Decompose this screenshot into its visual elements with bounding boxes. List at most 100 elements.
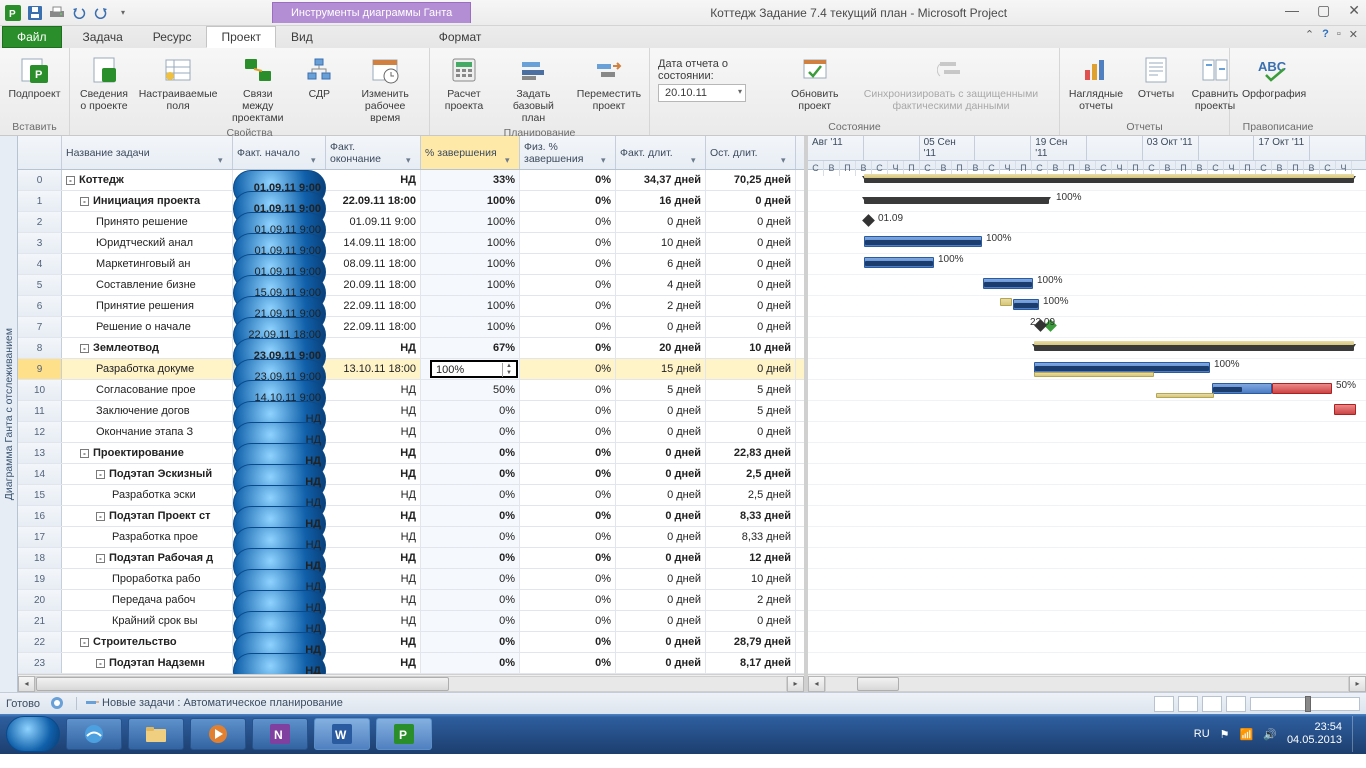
- tab-view[interactable]: Вид: [276, 26, 328, 48]
- task-name-cell[interactable]: Юридтческий анал: [62, 233, 233, 253]
- tray-flag-icon[interactable]: ⚑: [1220, 728, 1230, 741]
- visual-reports-button[interactable]: Наглядныеотчеты: [1068, 52, 1124, 114]
- cell-phys[interactable]: 0%: [520, 275, 616, 295]
- view-task-usage-icon[interactable]: [1178, 696, 1198, 712]
- cell-phys[interactable]: 0%: [520, 590, 616, 610]
- table-row[interactable]: 22-СтроительствоНДНД0%0%0 дней28,79 дней: [18, 632, 804, 653]
- cell-rdur[interactable]: 0 дней: [706, 212, 796, 232]
- table-row[interactable]: 11Заключение договНДНД0%0%0 дней5 дней: [18, 401, 804, 422]
- cell-phys[interactable]: 0%: [520, 296, 616, 316]
- table-row[interactable]: 10Согласование прое14.10.11 9:00НД50%0%5…: [18, 380, 804, 401]
- cell-adur[interactable]: 0 дней: [616, 212, 706, 232]
- table-row[interactable]: 6Принятие решения21.09.11 9:0022.09.11 1…: [18, 296, 804, 317]
- zoom-slider[interactable]: [1250, 697, 1360, 711]
- minimize-button[interactable]: —: [1285, 2, 1299, 19]
- cell-phys[interactable]: 0%: [520, 359, 616, 379]
- tab-format[interactable]: Формат: [424, 26, 497, 48]
- col-name[interactable]: Название задачи▾: [62, 136, 233, 169]
- tab-resource[interactable]: Ресурс: [138, 26, 207, 48]
- cell-phys[interactable]: 0%: [520, 254, 616, 274]
- view-resource-sheet-icon[interactable]: [1226, 696, 1246, 712]
- cell-finish[interactable]: НД: [326, 653, 421, 673]
- cell-finish[interactable]: НД: [326, 632, 421, 652]
- cell-rdur[interactable]: 10 дней: [706, 569, 796, 589]
- row-number[interactable]: 16: [18, 506, 62, 526]
- task-name-cell[interactable]: -Инициация проекта: [62, 191, 233, 211]
- row-number[interactable]: 3: [18, 233, 62, 253]
- cell-adur[interactable]: 0 дней: [616, 464, 706, 484]
- cell-phys[interactable]: 0%: [520, 422, 616, 442]
- task-name-cell[interactable]: -Подэтап Эскизный: [62, 464, 233, 484]
- cell-pct[interactable]: 0%: [421, 464, 520, 484]
- milestone-icon[interactable]: [862, 214, 875, 227]
- row-number[interactable]: 4: [18, 254, 62, 274]
- cell-finish[interactable]: 22.09.11 18:00: [326, 296, 421, 316]
- cell-pct[interactable]: 0%: [421, 611, 520, 631]
- cell-finish[interactable]: 22.09.11 18:00: [326, 317, 421, 337]
- cell-finish[interactable]: НД: [326, 464, 421, 484]
- new-tasks-mode[interactable]: Новые задачи : Автоматическое планирован…: [76, 697, 343, 709]
- cell-finish[interactable]: 13.10.11 18:00: [326, 359, 421, 379]
- cell-rdur[interactable]: 70,25 дней: [706, 170, 796, 190]
- minimize-ribbon-icon[interactable]: ⌃: [1305, 28, 1314, 41]
- chevron-down-icon[interactable]: ▾: [218, 155, 230, 167]
- timeline-header[interactable]: Авг '1105 Сен '1119 Сен '1103 Окт '1117 …: [808, 136, 1366, 170]
- tray-volume-icon[interactable]: 🔊: [1263, 728, 1277, 741]
- task-name-cell[interactable]: -Подэтап Надземн: [62, 653, 233, 673]
- table-row[interactable]: 16-Подэтап Проект стНДНД0%0%0 дней8,33 д…: [18, 506, 804, 527]
- cell-phys[interactable]: 0%: [520, 212, 616, 232]
- status-date-value[interactable]: 20.10.11▾: [658, 84, 746, 102]
- cell-pct[interactable]: 100%▲▼: [421, 359, 520, 379]
- task-name-cell[interactable]: Передача рабоч: [62, 590, 233, 610]
- table-row[interactable]: 20Передача рабочНДНД0%0%0 дней2 дней: [18, 590, 804, 611]
- print-icon[interactable]: [48, 4, 66, 22]
- cell-finish[interactable]: НД: [326, 338, 421, 358]
- cell-pct[interactable]: 33%: [421, 170, 520, 190]
- table-row[interactable]: 7Решение о начале22.09.11 18:0022.09.11 …: [18, 317, 804, 338]
- view-team-planner-icon[interactable]: [1202, 696, 1222, 712]
- gantt-task-bar[interactable]: [1334, 404, 1356, 415]
- show-desktop-button[interactable]: [1352, 716, 1360, 752]
- cell-finish[interactable]: НД: [326, 170, 421, 190]
- cell-finish[interactable]: НД: [326, 422, 421, 442]
- cell-rdur[interactable]: 28,79 дней: [706, 632, 796, 652]
- cell-phys[interactable]: 0%: [520, 548, 616, 568]
- task-name-cell[interactable]: Разработка прое: [62, 527, 233, 547]
- taskbar-word-icon[interactable]: W: [314, 718, 370, 750]
- cell-finish[interactable]: НД: [326, 590, 421, 610]
- table-row[interactable]: 17Разработка проеНДНД0%0%0 дней8,33 дней: [18, 527, 804, 548]
- close-button[interactable]: ✕: [1348, 2, 1360, 19]
- row-number[interactable]: 11: [18, 401, 62, 421]
- table-row[interactable]: 5Составление бизне15.09.11 9:0020.09.11 …: [18, 275, 804, 296]
- task-name-cell[interactable]: -Коттедж: [62, 170, 233, 190]
- row-number[interactable]: 5: [18, 275, 62, 295]
- cell-rdur[interactable]: 8,17 дней: [706, 653, 796, 673]
- start-button[interactable]: [6, 716, 60, 752]
- view-side-label[interactable]: Диаграмма Ганта с отслеживанием: [0, 136, 18, 692]
- table-row[interactable]: 1-Инициация проекта01.09.11 9:0022.09.11…: [18, 191, 804, 212]
- row-number[interactable]: 7: [18, 317, 62, 337]
- cell-adur[interactable]: 15 дней: [616, 359, 706, 379]
- table-row[interactable]: 9Разработка докуме23.09.11 9:0013.10.11 …: [18, 359, 804, 380]
- row-number[interactable]: 18: [18, 548, 62, 568]
- cell-adur[interactable]: 16 дней: [616, 191, 706, 211]
- select-all-header[interactable]: [18, 136, 62, 169]
- cell-rdur[interactable]: 22,83 дней: [706, 443, 796, 463]
- table-row[interactable]: 3Юридтческий анал01.09.11 9:0014.09.11 1…: [18, 233, 804, 254]
- cell-adur[interactable]: 0 дней: [616, 317, 706, 337]
- cell-pct[interactable]: 0%: [421, 443, 520, 463]
- cell-phys[interactable]: 0%: [520, 191, 616, 211]
- row-number[interactable]: 2: [18, 212, 62, 232]
- cell-adur[interactable]: 0 дней: [616, 443, 706, 463]
- cell-adur[interactable]: 6 дней: [616, 254, 706, 274]
- col-pct-complete[interactable]: % завершения▾: [421, 136, 520, 169]
- row-number[interactable]: 21: [18, 611, 62, 631]
- task-name-cell[interactable]: Окончание этапа З: [62, 422, 233, 442]
- cell-finish[interactable]: НД: [326, 506, 421, 526]
- cell-start[interactable]: НД: [233, 653, 326, 674]
- cell-rdur[interactable]: 8,33 дней: [706, 527, 796, 547]
- gantt-task-bar[interactable]: [864, 236, 982, 247]
- row-number[interactable]: 17: [18, 527, 62, 547]
- status-date-control[interactable]: Дата отчета о состоянии: 20.10.11▾: [658, 52, 779, 102]
- table-row[interactable]: 0-Коттедж01.09.11 9:00НД33%0%34,37 дней7…: [18, 170, 804, 191]
